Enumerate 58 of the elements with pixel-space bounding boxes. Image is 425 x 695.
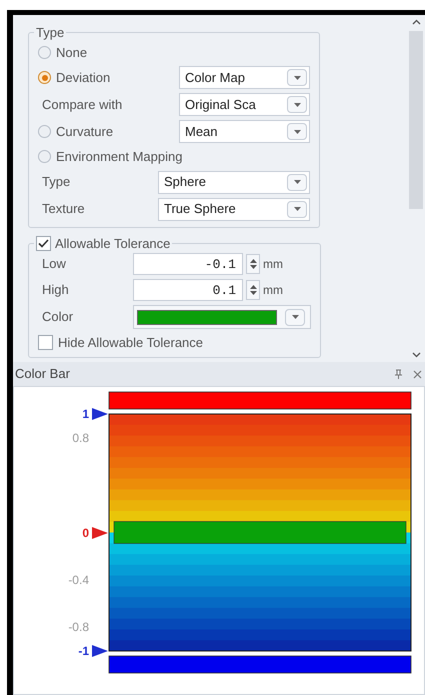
scroll-down-icon[interactable] <box>412 352 420 358</box>
scale-label: -1 <box>78 643 89 660</box>
dropdown-button[interactable] <box>287 96 307 113</box>
scale-label: 1 <box>82 406 89 423</box>
scale-label: 0.8 <box>72 430 89 447</box>
field-label: Compare with <box>42 96 122 114</box>
up-arrow-icon <box>250 285 256 289</box>
dropdown[interactable]: Original Sca <box>179 93 310 116</box>
radio-button[interactable]: Curvature <box>38 122 114 142</box>
radio-button[interactable]: Environment Mapping <box>38 147 310 166</box>
number-field[interactable]: -0.1 <box>133 253 243 275</box>
caret-icon <box>294 76 300 80</box>
group-title: Type <box>35 24 66 42</box>
number-field[interactable]: 0.1 <box>133 279 243 301</box>
scale-label: -0.4 <box>68 572 89 589</box>
up-arrow-icon <box>250 259 256 263</box>
down-arrow-icon <box>250 265 256 269</box>
dropdown-button[interactable] <box>287 174 307 190</box>
close-icon[interactable] <box>413 370 422 378</box>
marker-icon[interactable] <box>92 526 108 538</box>
caret-icon <box>292 315 298 319</box>
scroll-up-icon[interactable] <box>412 19 420 25</box>
caret-icon <box>294 130 300 134</box>
caret-icon <box>294 207 300 211</box>
dropdown-button[interactable] <box>287 123 307 140</box>
field-label: Texture <box>42 200 85 218</box>
dropdown[interactable]: Mean <box>179 120 310 143</box>
scale-label: -0.8 <box>68 619 89 636</box>
marker-icon[interactable] <box>92 408 108 420</box>
spin-button[interactable] <box>246 280 260 300</box>
dropdown-button[interactable] <box>287 69 307 86</box>
caret-icon <box>294 180 300 184</box>
unit-label: mm <box>263 256 283 273</box>
panel-title: Color Bar <box>15 365 70 384</box>
dropdown[interactable]: Color Map <box>179 66 310 89</box>
dropdown[interactable]: True Sphere <box>158 198 310 220</box>
dropdown-button[interactable] <box>287 200 307 218</box>
caret-icon <box>294 102 300 106</box>
dropdown-button[interactable] <box>285 308 305 326</box>
scale-label: 0 <box>82 524 89 542</box>
group-title: Allowable Tolerance <box>55 234 170 252</box>
field-label: Type <box>42 173 70 192</box>
marker-icon[interactable] <box>92 645 108 657</box>
dropdown[interactable]: Sphere <box>158 170 310 194</box>
checkbox-label: Hide Allowable Tolerance <box>58 334 204 352</box>
field-label: High <box>42 281 70 300</box>
color-picker[interactable] <box>133 305 311 329</box>
radio-button[interactable]: None <box>38 42 310 62</box>
radio-button[interactable]: Deviation <box>38 68 110 88</box>
scrollbar-thumb[interactable] <box>409 31 423 209</box>
field-label: Color <box>42 308 74 326</box>
down-arrow-icon <box>250 291 256 295</box>
unit-label: mm <box>263 282 283 299</box>
spin-button[interactable] <box>246 254 260 274</box>
checkbox[interactable] <box>38 335 53 350</box>
checkbox[interactable] <box>36 236 51 251</box>
field-label: Low <box>42 255 67 274</box>
pin-icon[interactable] <box>394 368 403 380</box>
